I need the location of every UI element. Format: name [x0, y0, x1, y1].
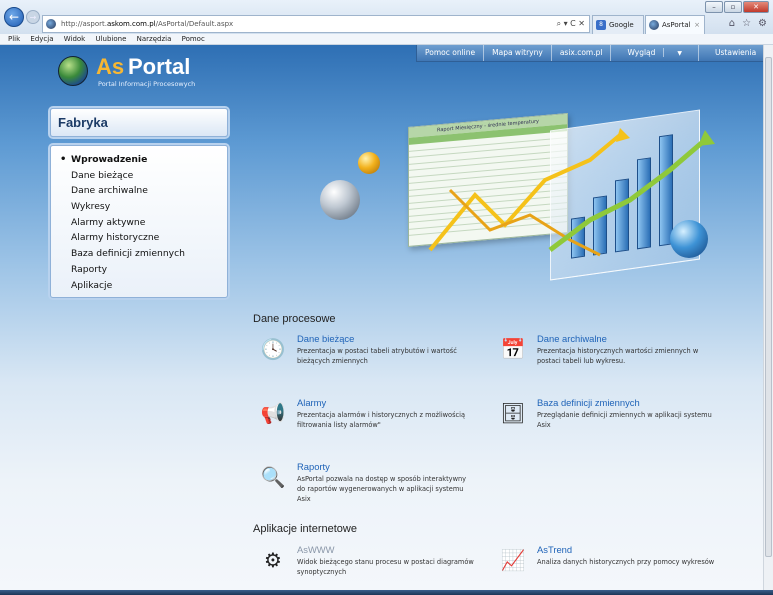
topnav-settings-label: Ustawienia	[707, 48, 763, 57]
card-baza-definicji[interactable]: 🗄 Baza definicji zmiennych Przeglądanie …	[497, 397, 712, 447]
blue-sphere-decoration	[670, 220, 708, 258]
menu-edycja[interactable]: Edycja	[30, 35, 53, 43]
calendar-icon: 📅	[500, 337, 526, 361]
sidebar-navigation: Wprowadzenie Dane bieżące Dane archiwaln…	[50, 145, 228, 298]
card-astrend[interactable]: 📈 AsTrend Analiza danych historycznych p…	[497, 544, 715, 590]
page-content: Pomoc online Mapa witryny asix.com.pl Wy…	[0, 45, 763, 590]
browser-chrome: ← → http://asport.askom.com.pl/AsPortal/…	[0, 0, 773, 34]
forward-button[interactable]: →	[26, 10, 40, 24]
topnav-sitemap[interactable]: Mapa witryny	[484, 45, 552, 61]
sidebar-item-wykresy[interactable]: Wykresy	[51, 199, 227, 215]
chevron-down-icon: ▼	[677, 50, 683, 57]
menu-pomoc[interactable]: Pomoc	[182, 35, 205, 43]
menu-narzedzia[interactable]: Narzędzia	[137, 35, 172, 43]
logo-as-text: As	[96, 54, 125, 79]
card-description: Prezentacja w postaci tabeli atrybutów i…	[297, 347, 457, 365]
minimize-button[interactable]: –	[705, 1, 723, 13]
database-icon: 🗄	[500, 401, 526, 425]
scrollbar-thumb[interactable]	[765, 57, 772, 557]
card-description: Prezentacja historycznych wartości zmien…	[537, 347, 699, 365]
menu-plik[interactable]: Plik	[8, 35, 20, 43]
maximize-button[interactable]: ▫	[724, 1, 742, 13]
card-aswww[interactable]: ⚙ AsWWW Widok bieżącego stanu procesu w …	[257, 544, 474, 590]
address-tools[interactable]: ⌕ ▾ C ✕	[557, 16, 585, 32]
sidebar-item-aplikacje[interactable]: Aplikacje	[51, 278, 227, 294]
megaphone-icon: 📢	[260, 401, 286, 425]
logo-subtitle: Portal Informacji Procesowych	[98, 80, 196, 88]
card-description: AsPortal pozwala na dostęp w sposób inte…	[297, 475, 467, 503]
logo-portal-text: Portal	[128, 54, 191, 79]
topnav-asix-link[interactable]: asix.com.pl	[552, 45, 612, 61]
card-description: Widok bieżącego stanu procesu w postaci …	[297, 558, 474, 576]
tab-label: Google	[609, 21, 634, 29]
vertical-scrollbar[interactable]	[763, 45, 773, 590]
report-search-icon: 🔍	[260, 465, 286, 489]
card-description: Przeglądanie definicji zmiennych w aplik…	[537, 411, 712, 429]
card-title[interactable]: Dane bieżące	[297, 333, 354, 344]
top-navigation: Pomoc online Mapa witryny asix.com.pl Wy…	[416, 45, 763, 62]
card-title[interactable]: AsTrend	[537, 544, 572, 555]
address-host: askom.com.pl	[106, 20, 156, 28]
trend-arrows-illustration	[428, 128, 715, 257]
sidebar-item-alarmy-historyczne[interactable]: Alarmy historyczne	[51, 230, 227, 246]
hero-illustration: Raport Miesięczny - średnie temperatury	[300, 100, 760, 300]
topnav-appearance-label: Wygląd	[619, 48, 665, 57]
sidebar-item-alarmy-aktywne[interactable]: Alarmy aktywne	[51, 215, 227, 231]
gear-icon[interactable]: ⚙	[758, 18, 767, 29]
card-dane-archiwalne[interactable]: 📅 Dane archiwalne Prezentacja historyczn…	[497, 333, 712, 383]
favorites-star-icon[interactable]: ☆	[742, 18, 751, 29]
sidebar-item-dane-archiwalne[interactable]: Dane archiwalne	[51, 183, 227, 199]
card-raporty[interactable]: 🔍 Raporty AsPortal pozwala na dostęp w s…	[257, 461, 472, 511]
topnav-appearance[interactable]: Wygląd ▼	[611, 45, 700, 61]
card-title[interactable]: Dane archiwalne	[537, 333, 607, 344]
sidebar-item-raporty[interactable]: Raporty	[51, 262, 227, 278]
card-description: Prezentacja alarmów i historycznych z mo…	[297, 411, 466, 429]
sidebar-item-wprowadzenie[interactable]: Wprowadzenie	[51, 152, 227, 168]
google-icon: 8	[596, 20, 606, 30]
globe-logo-icon	[58, 56, 88, 86]
sidebar-item-dane-biezace[interactable]: Dane bieżące	[51, 168, 227, 184]
card-alarmy[interactable]: 📢 Alarmy Prezentacja alarmów i historycz…	[257, 397, 472, 447]
card-title[interactable]: Alarmy	[297, 397, 326, 408]
window-controls: – ▫ ✕	[705, 1, 769, 13]
card-title[interactable]: AsWWW	[297, 544, 335, 555]
taskbar	[0, 590, 773, 595]
home-icon[interactable]: ⌂	[729, 18, 735, 29]
section-title-aplikacje-internetowe: Aplikacje internetowe	[253, 523, 357, 535]
asportal-globe-icon	[649, 20, 659, 30]
tab-asportal[interactable]: AsPortal ×	[645, 15, 705, 34]
card-description: Analiza danych historycznych przy pomocy…	[537, 558, 715, 566]
tab-google[interactable]: 8 Google	[592, 15, 644, 34]
card-title[interactable]: Baza definicji zmiennych	[537, 397, 640, 408]
browser-menubar: Plik Edycja Widok Ulubione Narzędzia Pom…	[0, 34, 773, 45]
tab-label: AsPortal	[662, 21, 691, 29]
section-title-dane-procesowe: Dane procesowe	[253, 313, 336, 325]
back-button[interactable]: ←	[4, 7, 24, 27]
aswww-icon: ⚙	[264, 548, 282, 572]
address-prefix: http://asport.	[61, 20, 107, 28]
address-bar[interactable]: http://asport.askom.com.pl/AsPortal/Defa…	[42, 15, 590, 33]
topnav-settings[interactable]: Ustawienia▼	[699, 45, 763, 61]
sidebar-item-baza-definicji[interactable]: Baza definicji zmiennych	[51, 246, 227, 262]
clock-document-icon: 🕓	[260, 337, 286, 361]
close-window-button[interactable]: ✕	[743, 1, 769, 13]
menu-ulubione[interactable]: Ulubione	[95, 35, 126, 43]
trend-chart-icon: 📈	[500, 548, 526, 572]
sidebar-title-box: Fabryka	[50, 108, 228, 137]
site-favicon-icon	[46, 19, 56, 29]
close-tab-icon[interactable]: ×	[694, 16, 700, 34]
browser-tools: ⌂ ☆ ⚙	[729, 18, 767, 29]
menu-widok[interactable]: Widok	[64, 35, 86, 43]
sidebar-title: Fabryka	[58, 115, 108, 130]
address-path: /AsPortal/Default.aspx	[155, 20, 234, 28]
card-title[interactable]: Raporty	[297, 461, 330, 472]
asportal-logo[interactable]: As Portal Portal Informacji Procesowych	[58, 54, 258, 94]
card-dane-biezace[interactable]: 🕓 Dane bieżące Prezentacja w postaci tab…	[257, 333, 472, 383]
topnav-help[interactable]: Pomoc online	[417, 45, 485, 61]
